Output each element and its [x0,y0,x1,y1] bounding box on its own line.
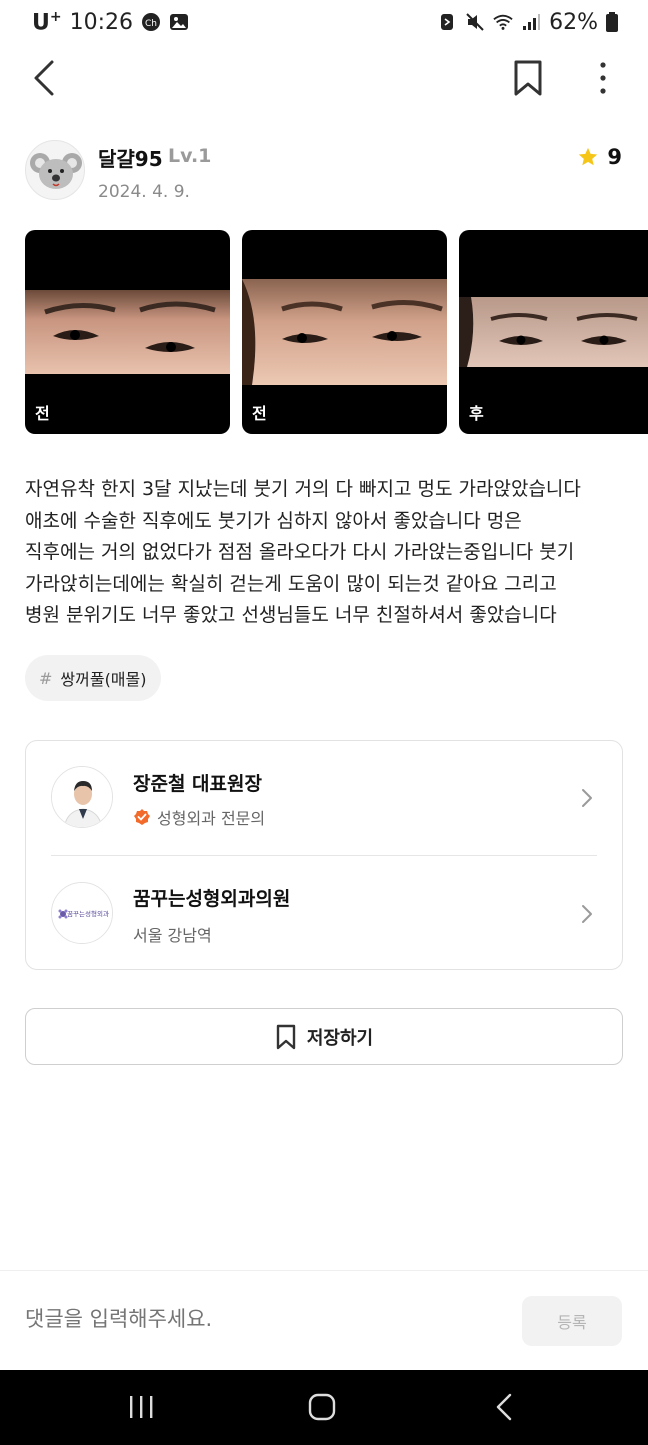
photo-label: 후 [469,404,484,423]
back-button[interactable] [26,58,66,98]
procedure-tag[interactable]: # 쌍꺼풀(매몰) [25,655,161,701]
home-button[interactable] [302,1390,342,1426]
chevron-left-icon [496,1393,512,1421]
more-options-button[interactable] [588,58,618,98]
rating-value: 9 [607,145,622,169]
save-button[interactable]: 저장하기 [25,1008,623,1065]
battery-percent: 62% [549,9,598,35]
photo-label: 전 [35,404,50,423]
doctor-specialty: 성형외과 전문의 [157,809,266,828]
more-vertical-icon [600,62,606,94]
doctor-name: 장준철 대표원장 [133,773,262,795]
doctor-clinic-card: 장준철 대표원장 성형외과 전문의 꿈꾸는성형외과 꿈꾸는성형외과의원 서울 강… [25,740,623,970]
eyes-photo [242,279,447,385]
recent-apps-button[interactable] [121,1390,161,1426]
verified-badge-icon [134,809,150,825]
top-app-bar [0,44,648,114]
status-bar: U+ 10:26 Ch 62% [0,0,648,44]
bookmark-icon [276,1024,296,1049]
comment-submit-button[interactable]: 등록 [522,1296,622,1346]
signal-icon [523,14,541,30]
chevron-right-icon [582,905,592,923]
eyes-photo [25,290,230,374]
eyes-photo [459,297,648,367]
mute-icon [466,13,484,31]
clinic-row[interactable]: 꿈꾸는성형외과 꿈꾸는성형외과의원 서울 강남역 [26,856,622,970]
recent-apps-icon [130,1396,153,1418]
review-photo-3[interactable]: 후 [459,230,648,434]
review-text-line: 자연유착 한지 3달 지났는데 붓기 거의 다 빠지고 멍도 가라앉았습니다 [25,478,581,500]
author-name[interactable]: 달걀95 [98,143,163,172]
chevron-left-icon [34,60,54,96]
rating: 9 [577,145,622,169]
chevron-right-icon [582,789,592,807]
star-icon [579,147,598,166]
svg-text:Ch: Ch [145,19,157,29]
clinic-location: 서울 강남역 [133,926,212,945]
review-text-line: 병원 분위기도 너무 좋았고 선생님들도 너무 친절하셔서 좋았습니다 [25,604,557,626]
review-photo-2[interactable]: 전 [242,230,447,434]
clinic-logo-text: 꿈꾸는성형외과 [67,909,109,918]
save-button-label: 저장하기 [306,1027,374,1049]
doctor-portrait-icon [52,767,112,827]
comment-bar: 등록 [0,1270,648,1370]
post-date: 2024. 4. 9. [98,182,190,202]
review-text: 자연유착 한지 3달 지났는데 붓기 거의 다 빠지고 멍도 가라앉았습니다 애… [25,474,625,632]
clinic-name: 꿈꾸는성형외과의원 [133,888,291,910]
review-text-line: 가라앉히는데에는 확실히 걷는게 도움이 많이 되는것 같아요 그리고 [25,572,557,595]
comment-input[interactable] [25,1307,445,1331]
status-time: 10:26 [69,9,134,35]
clinic-logo-icon: 꿈꾸는성형외과 [52,883,112,943]
battery-icon [606,12,618,32]
author-level: Lv.1 [168,145,212,167]
koala-avatar-icon [30,153,82,189]
home-icon [308,1393,336,1421]
tag-label: 쌍꺼풀(매몰) [60,670,147,689]
review-photo-1[interactable]: 전 [25,230,230,434]
wifi-icon [493,14,513,30]
bookmark-icon [514,60,542,96]
author-avatar[interactable] [25,140,85,200]
review-text-line: 애초에 수술한 직후에도 붓기가 심하지 않아서 좋았습니다 멍은 [25,509,522,532]
hash-icon: # [39,668,53,688]
image-notification-icon [170,14,189,30]
review-text-line: 직후에는 거의 없었다가 점점 올라오다가 다시 가라앉는중입니다 붓기 [25,541,575,563]
doctor-avatar [51,766,113,828]
bookmark-button[interactable] [510,58,546,98]
sync-icon [441,14,454,30]
clinic-logo: 꿈꾸는성형외과 [51,882,113,944]
photo-label: 전 [252,404,267,423]
doctor-row[interactable]: 장준철 대표원장 성형외과 전문의 [26,741,622,855]
system-nav-bar [0,1370,648,1445]
system-back-button[interactable] [484,1390,524,1426]
carrier-label: U+ [32,8,62,36]
chat-notification-icon: Ch [142,13,161,31]
